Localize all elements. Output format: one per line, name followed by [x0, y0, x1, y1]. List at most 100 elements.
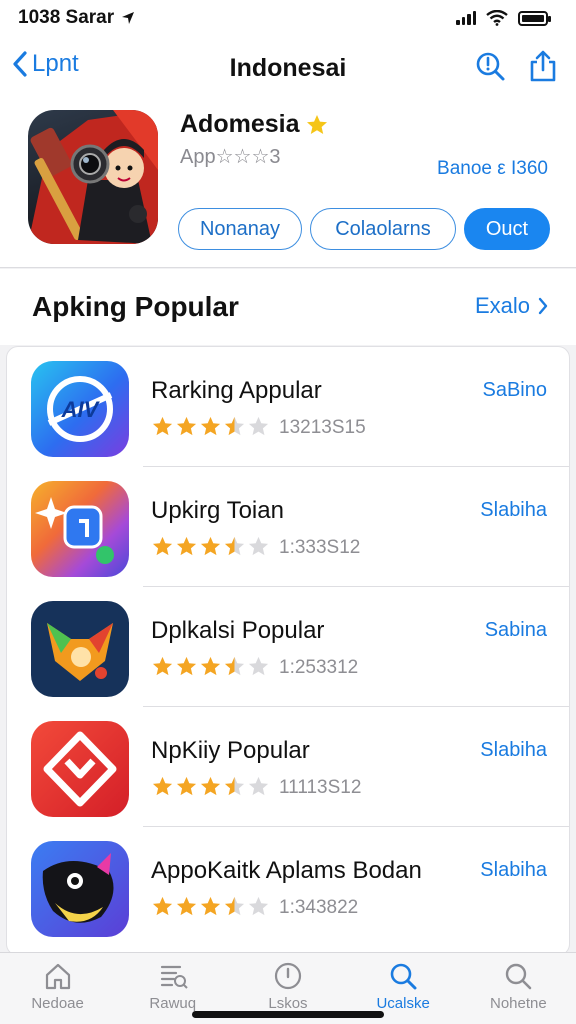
rating-count: 11113S12	[279, 777, 362, 798]
back-label: Lpnt	[32, 50, 79, 77]
status-time: 1038 Sarar	[18, 7, 115, 28]
star-icon	[248, 656, 269, 676]
search-button[interactable]	[474, 50, 506, 87]
app-list-item[interactable]: NpKiiy Popular 11113S12 Slabiha	[7, 707, 569, 827]
app-list-item[interactable]: AIV Rarking Appular 13213S15 SaBino	[7, 347, 569, 467]
status-time-group: 1038 Sarar	[18, 7, 136, 29]
rating-count: 1:253312	[279, 657, 359, 678]
app-action-buttons: Nonanay Colaolarns Ouct	[178, 208, 550, 250]
diamond-app-icon	[31, 721, 129, 817]
app-list: AIV Rarking Appular 13213S15 SaBino Upki…	[6, 346, 570, 956]
rating-count: 13213S15	[279, 417, 366, 438]
star-icon	[176, 896, 197, 916]
orca-app-icon	[31, 841, 129, 937]
star-icon	[152, 776, 173, 796]
star-icon	[200, 416, 221, 436]
app-name: Adomesia	[180, 110, 300, 138]
star-icon	[248, 896, 269, 916]
star-icon	[200, 536, 221, 556]
star-icon	[176, 416, 197, 436]
share-icon	[530, 50, 556, 82]
app-action-link[interactable]: Slabiha	[480, 859, 547, 882]
app-name-group: Adomesia	[180, 110, 329, 139]
star-icon	[152, 536, 173, 556]
clock-icon	[274, 962, 302, 990]
section-title: Apking Popular	[32, 291, 239, 322]
app-title: Dplkalsi Popular	[151, 617, 325, 644]
app-list-item[interactable]: Dplkalsi Popular 1:253312 Sabina	[7, 587, 569, 707]
wifi-icon	[486, 10, 508, 26]
tab-home[interactable]: Nedoae	[8, 961, 108, 1024]
compass-app-icon: AIV	[31, 361, 129, 457]
star-icon	[200, 776, 221, 796]
see-all-link[interactable]: Exalo	[475, 293, 548, 319]
star-icon	[224, 776, 245, 796]
app-action-link[interactable]: Slabiha	[480, 499, 547, 522]
rating-count: 1:343822	[279, 897, 359, 918]
app-title: Rarking Appular	[151, 377, 322, 404]
cartoon-character-illustration	[28, 110, 158, 244]
star-icon	[224, 416, 245, 436]
star-icon	[152, 896, 173, 916]
app-action-link[interactable]: SaBino	[483, 379, 548, 402]
navigation-bar: Lpnt Indonesai	[0, 36, 576, 100]
star-icon	[200, 896, 221, 916]
search-icon	[390, 963, 417, 990]
star-icon	[248, 536, 269, 556]
star-icon	[224, 656, 245, 676]
share-button[interactable]	[528, 50, 558, 87]
secondary-button-2[interactable]: Colaolarns	[310, 208, 456, 250]
tab-label: Nedoae	[31, 995, 84, 1012]
tab-label: Nohetne	[489, 995, 547, 1012]
battery-icon	[518, 10, 551, 26]
rating-stars	[151, 895, 270, 918]
status-indicators	[456, 10, 551, 26]
fox-app-icon	[31, 601, 129, 697]
app-title: Upkirg Toian	[151, 497, 284, 524]
tab-label: Rawuq	[149, 995, 197, 1012]
star-icon	[152, 416, 173, 436]
app-icon[interactable]	[28, 110, 158, 244]
app-list-item[interactable]: Upkirg Toian 1:333S12 Slabiha	[7, 467, 569, 587]
nav-actions	[474, 50, 558, 87]
star-icon	[248, 416, 269, 436]
star-icon	[176, 656, 197, 676]
app-title: AppoKaitk Aplams Bodan	[151, 857, 422, 884]
home-icon	[45, 963, 70, 990]
app-title: NpKiiy Popular	[151, 737, 310, 764]
tab-label: Lskos	[268, 995, 308, 1012]
search-icon	[476, 52, 505, 81]
rating-stars	[151, 535, 270, 558]
star-icon	[307, 114, 328, 134]
rating-count: 1:333S12	[279, 537, 361, 558]
star-icon	[224, 536, 245, 556]
svg-text:AIV: AIV	[61, 397, 101, 422]
app-subtitle: Aрр☆☆☆3	[180, 146, 281, 168]
tab-label: Ucalske	[376, 995, 430, 1012]
app-action-link[interactable]: Sabina	[485, 619, 547, 642]
star-icon	[176, 776, 197, 796]
home-indicator[interactable]	[192, 1011, 384, 1018]
rating-stars	[151, 775, 270, 798]
location-arrow-icon	[122, 12, 135, 24]
chevron-left-icon	[13, 51, 27, 77]
star-icon	[200, 656, 221, 676]
star-icon	[176, 536, 197, 556]
tab-search-alt[interactable]: Nohetne	[468, 961, 568, 1024]
app-meta: Banoe ε I360	[437, 158, 548, 179]
secondary-button-1[interactable]: Nonanay	[178, 208, 302, 250]
back-button[interactable]: Lpnt	[12, 50, 79, 78]
rating-stars	[151, 415, 270, 438]
star-icon	[224, 896, 245, 916]
see-all-label: Exalo	[474, 293, 530, 318]
star-icon	[152, 656, 173, 676]
search-icon	[506, 963, 532, 990]
list-icon	[160, 965, 188, 989]
rating-stars	[151, 655, 270, 678]
app-action-link[interactable]: Slabiha	[480, 739, 547, 762]
get-button[interactable]: Ouct	[464, 208, 550, 250]
app-list-item[interactable]: AppoKaitk Aplams Bodan 1:343822 Slabiha	[7, 827, 569, 947]
cellular-signal-icon	[456, 11, 476, 25]
app-header: Adomesia Aрр☆☆☆3 Banoe ε I360 Nonanay Co…	[0, 100, 576, 268]
section-header: Apking Popular Exalo	[0, 269, 576, 345]
